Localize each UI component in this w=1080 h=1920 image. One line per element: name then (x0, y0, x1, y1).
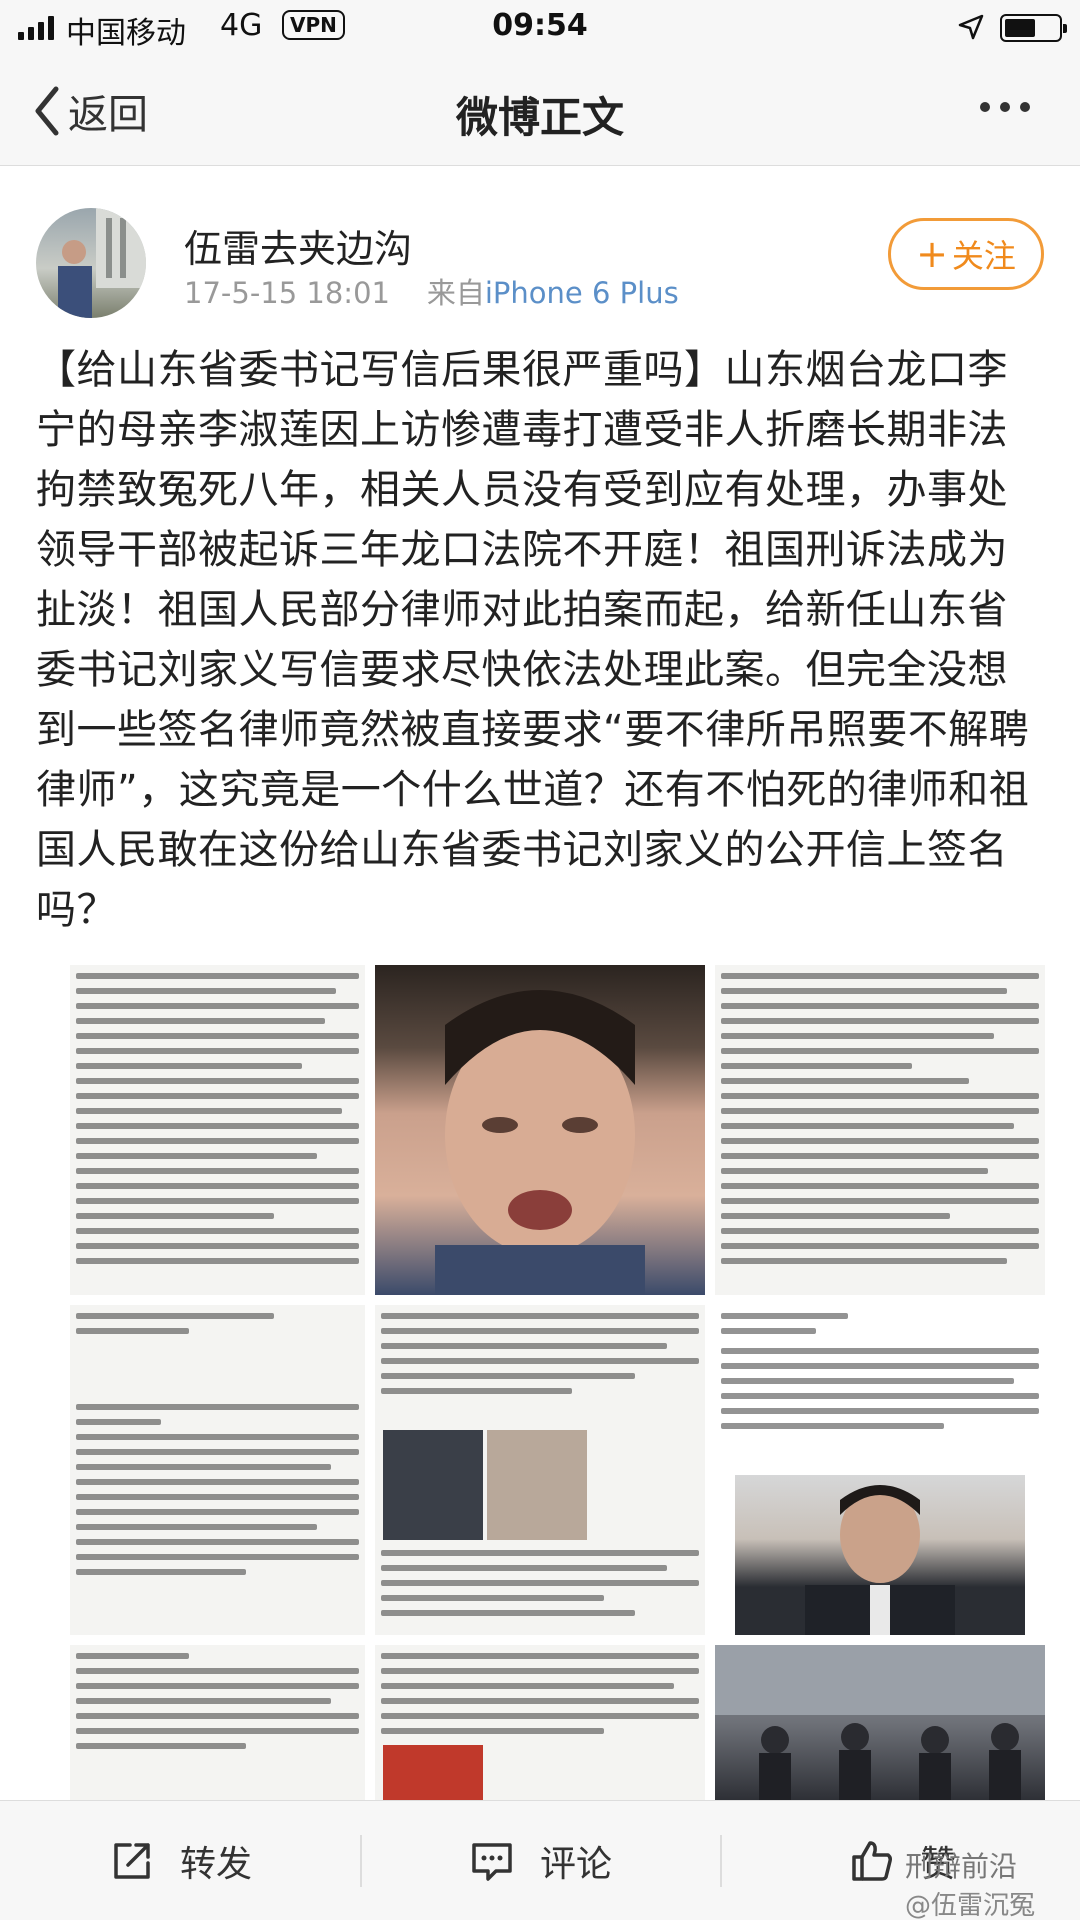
comment-icon (472, 1843, 512, 1881)
red-document-photo (383, 1745, 483, 1800)
grid-image-3[interactable] (715, 965, 1045, 1295)
document-text-image (76, 1313, 359, 1584)
weibo-screenshot-text (381, 1313, 699, 1403)
source-prefix: 来自 (426, 276, 485, 310)
author-name[interactable]: 伍雷去夹边沟 (184, 218, 412, 273)
repost-icon (114, 1843, 150, 1879)
comment-button[interactable]: 评论 (470, 1801, 612, 1920)
follow-button[interactable]: + 关注 (888, 218, 1044, 290)
watermark-account: 刑辩前沿 (905, 1850, 1018, 1883)
status-time: 09:54 (492, 8, 588, 43)
avatar-photo (58, 208, 146, 318)
post-text: 【给山东省委书记写信后果很严重吗】山东烟台龙口李宁的母亲李淑莲因上访惨遭毒打遭受… (36, 347, 1030, 933)
document-text-image (76, 973, 359, 1273)
follow-label: 关注 (951, 237, 1016, 275)
repost-button[interactable]: 转发 (110, 1801, 252, 1920)
injury-photo (487, 1430, 587, 1540)
weibo-screenshot-text (381, 1653, 699, 1743)
grid-image-2[interactable] (375, 965, 705, 1295)
more-options-icon[interactable] (980, 102, 1030, 112)
grid-image-5[interactable] (375, 1305, 705, 1635)
weibo-screenshot-text (76, 1653, 359, 1758)
document-text-image (721, 973, 1039, 1273)
comment-label: 评论 (540, 1844, 613, 1885)
status-bar: 中国移动 4G VPN 09:54 (0, 0, 1080, 54)
battery-icon (1000, 14, 1067, 42)
crowd-photo (715, 1645, 1045, 1800)
image-grid (70, 965, 1045, 1800)
avatar[interactable] (36, 208, 146, 318)
weibo-screenshot-text (721, 1313, 1039, 1438)
watermark-handle: @伍雷沉冤 (905, 1891, 1036, 1920)
grid-image-8[interactable] (375, 1645, 705, 1800)
lawyer-photo (735, 1475, 1025, 1635)
toolbar-divider (720, 1835, 722, 1887)
toolbar-divider (360, 1835, 362, 1887)
grid-image-1[interactable] (70, 965, 365, 1295)
plus-icon: + (916, 232, 948, 276)
repost-label: 转发 (180, 1844, 253, 1885)
crying-woman-photo (435, 990, 645, 1295)
grid-image-6[interactable] (715, 1305, 1045, 1635)
grid-image-4[interactable] (70, 1305, 365, 1635)
page-title: 微博正文 (455, 93, 624, 142)
post-meta: 17-5-15 18:01 来自iPhone 6 Plus (184, 270, 679, 312)
post-source: iPhone 6 Plus (484, 276, 679, 310)
thumbs-up-icon (852, 1841, 892, 1881)
grid-image-9[interactable] (715, 1645, 1045, 1800)
nav-bar: 返回 微博正文 (0, 54, 1080, 166)
grid-image-7[interactable] (70, 1645, 365, 1800)
post-timestamp: 17-5-15 18:01 (184, 276, 390, 310)
location-arrow-icon (958, 14, 984, 40)
police-photo (383, 1430, 483, 1540)
weibo-screenshot-text (381, 1550, 699, 1625)
